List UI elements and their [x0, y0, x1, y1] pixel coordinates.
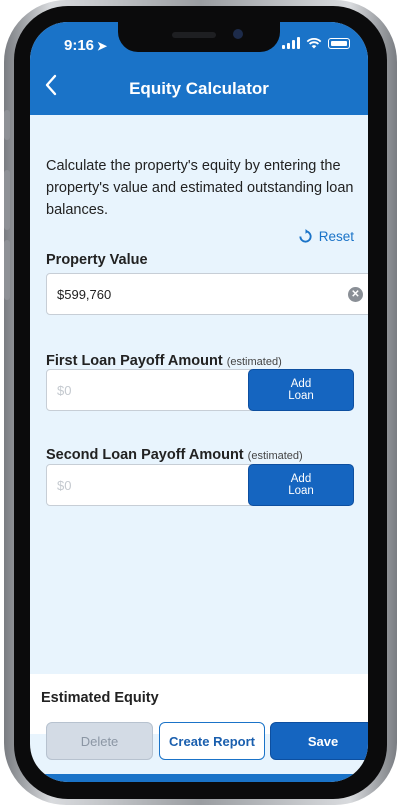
- status-bar: 9:16 ➤: [30, 22, 368, 62]
- mute-switch: [4, 110, 10, 140]
- page-title: Equity Calculator: [129, 79, 269, 98]
- second-loan-label-text: Second Loan Payoff Amount: [46, 447, 244, 463]
- status-icons: [282, 37, 350, 49]
- first-loan-label-text: First Loan Payoff Amount: [46, 353, 223, 369]
- home-bar-area: [30, 774, 368, 782]
- refresh-icon: [299, 229, 312, 243]
- save-button[interactable]: Save: [270, 722, 368, 760]
- first-loan-input[interactable]: $0: [46, 369, 256, 411]
- property-value-input[interactable]: $599,760 ✕: [46, 273, 368, 315]
- estimated-equity-label: Estimated Equity: [41, 690, 159, 706]
- second-add-loan-button[interactable]: Add Loan: [248, 464, 354, 506]
- property-value-text: $599,760: [57, 286, 112, 302]
- intro-text: Calculate the property's equity by enter…: [46, 158, 354, 218]
- wifi-icon: [306, 37, 322, 49]
- nav-header: 9:16 ➤ Equity Calculator: [30, 22, 368, 115]
- clear-circle-icon[interactable]: ✕: [348, 287, 363, 302]
- status-time-text: 9:16: [64, 37, 95, 54]
- signal-icon: [282, 37, 300, 49]
- status-time: 9:16 ➤: [64, 37, 107, 54]
- second-loan-hint: (estimated): [247, 450, 303, 462]
- location-arrow-icon: ➤: [97, 39, 108, 53]
- notch: [118, 22, 280, 52]
- second-loan-placeholder: $0: [57, 477, 72, 493]
- first-add-loan-label: Add Loan: [288, 378, 314, 402]
- volume-up-button: [4, 170, 10, 230]
- reset-label: Reset: [318, 229, 354, 244]
- camera: [233, 29, 243, 39]
- second-loan-input[interactable]: $0: [46, 464, 256, 506]
- speaker: [172, 32, 216, 38]
- first-loan-placeholder: $0: [57, 382, 72, 398]
- first-loan-hint: (estimated): [226, 356, 282, 368]
- property-value-label: Property Value: [46, 252, 148, 268]
- second-add-loan-label: Add Loan: [288, 473, 314, 497]
- second-loan-label: Second Loan Payoff Amount (estimated): [46, 447, 303, 463]
- reset-button[interactable]: Reset: [298, 229, 354, 244]
- battery-icon: [328, 37, 350, 49]
- delete-button[interactable]: Delete: [46, 722, 153, 760]
- app-screen: 9:16 ➤ Equity Calculator Calculate the p…: [30, 22, 368, 782]
- create-report-button[interactable]: Create Report: [159, 722, 265, 760]
- volume-down-button: [4, 240, 10, 300]
- first-loan-label: First Loan Payoff Amount (estimated): [46, 353, 282, 369]
- first-add-loan-button[interactable]: Add Loan: [248, 369, 354, 411]
